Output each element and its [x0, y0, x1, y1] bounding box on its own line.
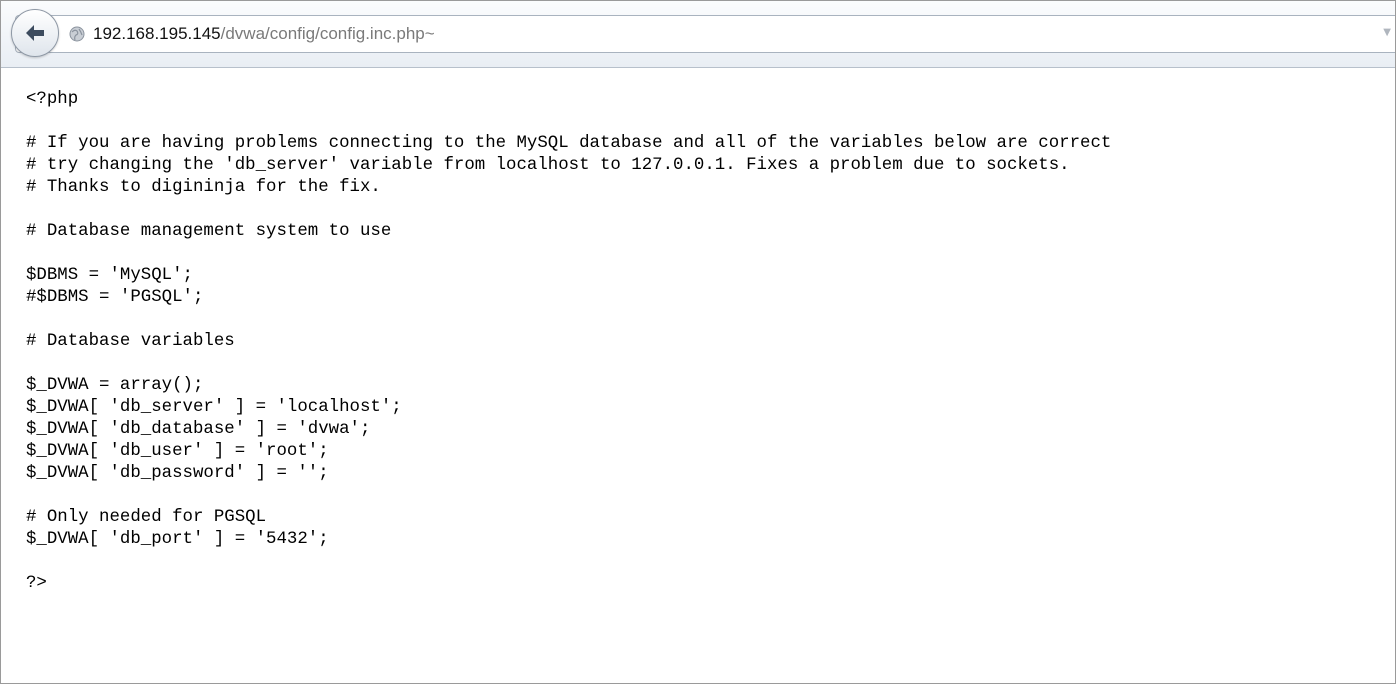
- code-line: $_DVWA[ 'db_user' ] = 'root';: [26, 442, 329, 461]
- url-path: /dvwa/config/config.inc.php~: [220, 24, 435, 43]
- code-line: <?php: [26, 90, 79, 109]
- globe-icon: [69, 26, 85, 42]
- code-line: # Database management system to use: [26, 222, 392, 241]
- code-line: $_DVWA[ 'db_database' ] = 'dvwa';: [26, 420, 371, 439]
- code-line: # Only needed for PGSQL: [26, 508, 267, 527]
- page-content: <?php # If you are having problems conne…: [1, 68, 1395, 683]
- code-line: $_DVWA[ 'db_password' ] = '';: [26, 464, 329, 483]
- address-url[interactable]: 192.168.195.145/dvwa/config/config.inc.p…: [93, 23, 435, 45]
- browser-window: 192.168.195.145/dvwa/config/config.inc.p…: [0, 0, 1396, 684]
- code-line: #$DBMS = 'PGSQL';: [26, 288, 204, 307]
- chevron-down-icon[interactable]: ▼: [1383, 27, 1391, 38]
- code-line: # If you are having problems connecting …: [26, 134, 1112, 153]
- code-line: $_DVWA[ 'db_server' ] = 'localhost';: [26, 398, 402, 417]
- file-source: <?php # If you are having problems conne…: [26, 89, 1395, 595]
- code-line: # Database variables: [26, 332, 235, 351]
- back-arrow-icon: [26, 25, 44, 41]
- code-line: # try changing the 'db_server' variable …: [26, 156, 1070, 175]
- back-button[interactable]: [11, 9, 59, 57]
- code-line: $_DVWA[ 'db_port' ] = '5432';: [26, 530, 329, 549]
- code-line: $DBMS = 'MySQL';: [26, 266, 193, 285]
- navigation-toolbar: 192.168.195.145/dvwa/config/config.inc.p…: [1, 1, 1395, 68]
- url-host: 192.168.195.145: [93, 24, 221, 43]
- code-line: # Thanks to digininja for the fix.: [26, 178, 381, 197]
- code-line: $_DVWA = array();: [26, 376, 204, 395]
- code-line: ?>: [26, 574, 47, 593]
